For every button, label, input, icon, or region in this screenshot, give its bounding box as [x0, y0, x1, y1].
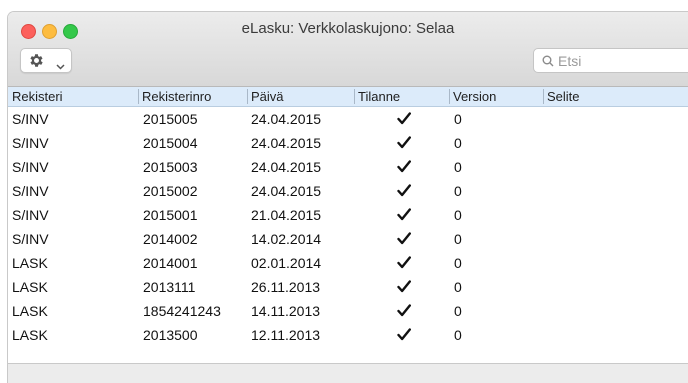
table-row[interactable]: S/INV 2015004 24.04.2015 0: [8, 131, 688, 155]
column-header-paiva[interactable]: Päivä: [247, 89, 284, 104]
action-menu-button[interactable]: [20, 48, 72, 73]
cell-rekisterinro: 1854241243: [143, 303, 221, 319]
table-row[interactable]: LASK 2014001 02.01.2014 0: [8, 251, 688, 275]
cell-rekisteri: S/INV: [12, 183, 49, 199]
checkmark-icon: [397, 304, 411, 322]
table-row[interactable]: S/INV 2014002 14.02.2014 0: [8, 227, 688, 251]
titlebar: eLasku: Verkkolaskujono: Selaa Etsi: [8, 12, 688, 87]
cell-rekisteri: LASK: [12, 303, 48, 319]
cell-rekisteri: S/INV: [12, 159, 49, 175]
table-row[interactable]: S/INV 2015003 24.04.2015 0: [8, 155, 688, 179]
cell-rekisteri: S/INV: [12, 135, 49, 151]
invoice-queue-table: Rekisteri Rekisterinro Päivä Tilanne Ver…: [8, 87, 688, 347]
column-header-tilanne[interactable]: Tilanne: [354, 89, 400, 104]
cell-rekisteri: LASK: [12, 279, 48, 295]
status-bar: [8, 363, 688, 383]
cell-version: 0: [454, 255, 462, 271]
checkmark-icon: [397, 208, 411, 226]
cell-paiva: 14.11.2013: [251, 303, 321, 319]
cell-rekisterinro: 2015004: [143, 135, 198, 151]
table-row[interactable]: LASK 2013500 12.11.2013 0: [8, 323, 688, 347]
cell-rekisterinro: 2015002: [143, 183, 198, 199]
cell-version: 0: [454, 231, 462, 247]
checkmark-icon: [397, 160, 411, 178]
table-row[interactable]: LASK 1854241243 14.11.2013 0: [8, 299, 688, 323]
search-icon: [542, 54, 554, 72]
cell-rekisteri: S/INV: [12, 111, 49, 127]
cell-rekisteri: S/INV: [12, 231, 49, 247]
table-body: S/INV 2015005 24.04.2015 0 S/INV 2015004 24.04…: [8, 107, 688, 347]
checkmark-icon: [397, 280, 411, 298]
table-header: Rekisteri Rekisterinro Päivä Tilanne Ver…: [8, 87, 688, 107]
checkmark-icon: [397, 136, 411, 154]
search-placeholder: Etsi: [558, 53, 582, 69]
cell-paiva: 21.04.2015: [251, 207, 322, 223]
cell-version: 0: [454, 303, 462, 319]
cell-rekisteri: LASK: [12, 255, 48, 271]
cell-rekisterinro: 2015003: [143, 159, 198, 175]
column-header-version[interactable]: Version: [449, 89, 496, 104]
cell-rekisterinro: 2014002: [143, 231, 198, 247]
cell-version: 0: [454, 135, 462, 151]
window-title: eLasku: Verkkolaskujono: Selaa: [241, 20, 455, 37]
cell-version: 0: [454, 327, 462, 343]
cell-rekisterinro: 2014001: [143, 255, 198, 271]
cell-paiva: 12.11.2013: [251, 327, 321, 343]
cell-paiva: 02.01.2014: [251, 255, 322, 271]
search-field[interactable]: Etsi: [533, 48, 688, 73]
table-row[interactable]: S/INV 2015005 24.04.2015 0: [8, 107, 688, 131]
checkmark-icon: [397, 184, 411, 202]
cell-rekisterinro: 2013500: [143, 327, 198, 343]
table-row[interactable]: S/INV 2015002 24.04.2015 0: [8, 179, 688, 203]
cell-paiva: 24.04.2015: [251, 135, 322, 151]
cell-version: 0: [454, 159, 462, 175]
cell-paiva: 24.04.2015: [251, 111, 322, 127]
checkmark-icon: [397, 256, 411, 274]
checkmark-icon: [397, 112, 411, 130]
column-header-rekisterinro[interactable]: Rekisterinro: [138, 89, 211, 104]
cell-paiva: 14.02.2014: [251, 231, 322, 247]
cell-version: 0: [454, 111, 462, 127]
cell-rekisterinro: 2015001: [143, 207, 198, 223]
cell-paiva: 24.04.2015: [251, 183, 322, 199]
table-row[interactable]: LASK 2013111 26.11.2013 0: [8, 275, 688, 299]
chevron-down-icon: [56, 57, 65, 75]
column-header-selite[interactable]: Selite: [543, 89, 580, 104]
column-header-rekisteri[interactable]: Rekisteri: [12, 89, 63, 104]
app-window: eLasku: Verkkolaskujono: Selaa Etsi Reki…: [8, 12, 688, 383]
checkmark-icon: [397, 232, 411, 250]
cell-rekisteri: LASK: [12, 327, 48, 343]
table-row[interactable]: S/INV 2015001 21.04.2015 0: [8, 203, 688, 227]
cell-version: 0: [454, 183, 462, 199]
cell-paiva: 26.11.2013: [251, 279, 321, 295]
cell-version: 0: [454, 207, 462, 223]
cell-version: 0: [454, 279, 462, 295]
gear-icon: [28, 52, 45, 74]
checkmark-icon: [397, 328, 411, 346]
cell-paiva: 24.04.2015: [251, 159, 322, 175]
cell-rekisterinro: 2015005: [143, 111, 198, 127]
cell-rekisteri: S/INV: [12, 207, 49, 223]
cell-rekisterinro: 2013111: [143, 279, 196, 295]
